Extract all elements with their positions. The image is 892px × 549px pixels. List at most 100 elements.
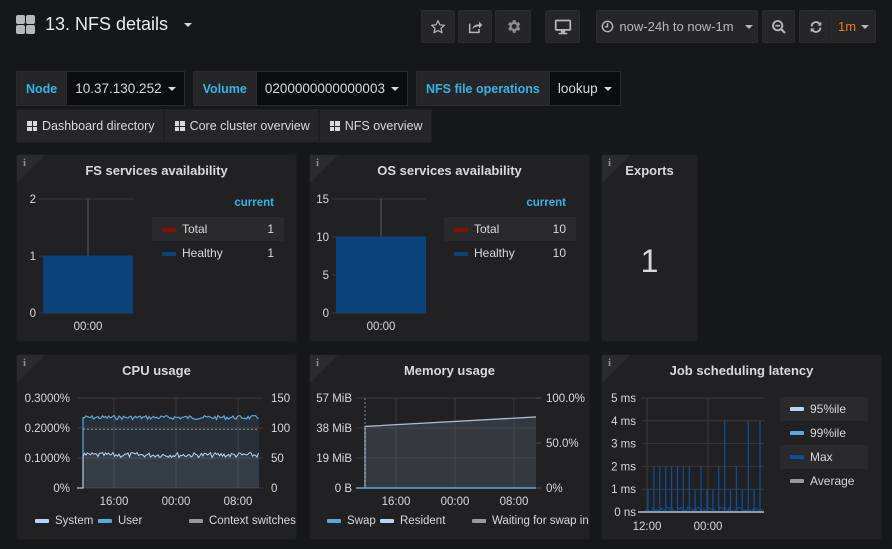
panel-cpu-usage: i CPU usage 0% 0.1000% 0.2000% 0.3000% 0 50 10… (16, 354, 297, 540)
legend-value: 10 (552, 246, 566, 260)
legend-item-healthy[interactable]: Healthy 1 (152, 241, 284, 265)
legend-item-average[interactable]: Average (780, 469, 868, 493)
bar-healthy (43, 256, 133, 313)
legend-label: Average (810, 474, 855, 488)
panel-fs-services: i FS services availability 0 1 2 00:00 curr… (16, 154, 297, 342)
legend-item-max[interactable]: Max (780, 445, 868, 469)
variable-value: 10.37.130.252 (75, 81, 162, 96)
legend-item-system[interactable]: System (35, 515, 93, 527)
y-tick-label: 2 (30, 194, 36, 206)
zoom-out-icon (771, 19, 786, 34)
legend-item-healthy[interactable]: Healthy 10 (444, 241, 576, 265)
y-tick-label: 57 MiB (316, 393, 352, 405)
variable-label: Node (16, 71, 67, 106)
star-button[interactable] (421, 10, 455, 43)
link-core-cluster-overview[interactable]: Core cluster overview (163, 109, 319, 143)
system-area (83, 455, 259, 488)
legend-item-swap[interactable]: Swap (327, 515, 376, 527)
variable-volume-select[interactable]: 0200000000000003 (255, 71, 408, 106)
y-tick-label: 0 ns (614, 507, 636, 519)
share-button[interactable] (458, 10, 492, 43)
legend-label: Waiting for swap in (492, 515, 589, 527)
legend-swatch (98, 519, 112, 523)
variable-nfs-ops-select[interactable]: lookup (548, 71, 621, 106)
tv-mode-button[interactable] (545, 10, 580, 43)
legend-swatch (790, 455, 804, 459)
legend-item-context-switches[interactable]: Context switches (189, 515, 296, 527)
legend-item-waiting-swap[interactable]: Waiting for swap in (472, 515, 589, 527)
legend-value: 1 (267, 222, 274, 236)
variable-nfs-ops: NFS file operations lookup (415, 71, 621, 106)
clock-icon (602, 20, 614, 33)
legend-label: Healthy (474, 246, 515, 260)
dashboard-title-picker[interactable]: 13. NFS details (16, 14, 193, 35)
resident-area (365, 416, 536, 488)
chevron-down-icon (861, 24, 870, 29)
legend-item-resident[interactable]: Resident (380, 515, 445, 527)
y2-tick-label: 100 (271, 423, 290, 435)
variable-node-select[interactable]: 10.37.130.252 (66, 71, 185, 106)
x-tick-label: 12:00 (633, 521, 662, 533)
template-variables: Node 10.37.130.252 Volume 02000000000000… (16, 71, 621, 106)
x-tick-label: 00:00 (694, 521, 723, 533)
x-tick-label: 16:00 (382, 496, 411, 508)
y2-tick-label: 50 (271, 453, 284, 465)
panel-memory-usage: i Memory usage 0 B 19 MiB 38 MiB 57 MiB 0% 50… (309, 354, 590, 540)
zoom-out-button[interactable] (762, 10, 795, 43)
y-tick-label: 0 (323, 308, 329, 320)
legend-label: Swap (347, 515, 376, 527)
y-tick-label: 15 (316, 194, 329, 206)
top-bar: 13. NFS details now-24h to now-1m 1m (0, 0, 892, 56)
legend-label: System (55, 515, 94, 527)
legend-swatch (162, 251, 176, 256)
refresh-button[interactable] (799, 10, 832, 43)
y-tick-label: 0.3000% (25, 393, 70, 405)
variable-value: lookup (557, 81, 598, 96)
legend-label: 95%ile (810, 402, 847, 416)
panel-title: Exports (625, 163, 674, 178)
link-label: Dashboard directory (42, 119, 155, 133)
time-range-picker[interactable]: now-24h to now-1m (596, 10, 758, 43)
exports-value: 1 (640, 243, 659, 279)
legend-item-99ile[interactable]: 99%ile (780, 421, 868, 445)
y2-tick-label: 100.0% (546, 393, 585, 405)
legend-swatch (327, 519, 341, 523)
variable-node: Node 10.37.130.252 (16, 71, 185, 106)
link-dashboard-directory[interactable]: Dashboard directory (16, 109, 164, 143)
cpu-line-chart: 0% 0.1000% 0.2000% 0.3000% 0 50 100 150 16:00 00:… (25, 393, 291, 508)
legend-item-total[interactable]: Total 1 (152, 217, 284, 241)
dashboard-links: Dashboard directory Core cluster overvie… (16, 109, 432, 143)
legend-swatch (790, 407, 804, 411)
legend-swatch (35, 519, 49, 523)
grid-icon (16, 15, 35, 34)
legend-item-total[interactable]: Total 10 (444, 217, 576, 241)
legend-item-95ile[interactable]: 95%ile (780, 397, 868, 421)
legend-label: Total (474, 222, 500, 236)
variable-value: 0200000000000003 (264, 81, 385, 96)
legend-item-user[interactable]: User (98, 515, 142, 527)
chevron-down-icon (744, 24, 753, 29)
y2-tick-label: 150 (271, 393, 290, 405)
x-tick-label: 00:00 (441, 496, 470, 508)
y-tick-label: 5 (323, 270, 329, 282)
legend-label: Total (182, 222, 208, 236)
monitor-icon (554, 19, 571, 34)
fs-bar-chart: 0 1 2 00:00 (30, 194, 133, 333)
y-tick-label: 38 MiB (316, 423, 352, 435)
settings-button[interactable] (495, 10, 531, 43)
os-bar-chart: 0 5 10 15 00:00 (316, 194, 426, 333)
legend-value: 10 (552, 222, 566, 236)
grid-icon (27, 121, 37, 131)
y-tick-label: 2 ms (611, 461, 636, 473)
refresh-interval-picker[interactable]: 1m (831, 10, 876, 43)
y2-tick-label: 0% (546, 483, 563, 495)
y-tick-label: 0 B (335, 483, 353, 495)
variable-volume: Volume 0200000000000003 (192, 71, 408, 106)
legend-label: 99%ile (810, 426, 847, 440)
legend-swatch (472, 519, 486, 523)
chevron-down-icon (167, 86, 176, 91)
y-tick-label: 1 (30, 251, 36, 263)
legend-swatch (454, 227, 468, 232)
time-range-label: now-24h to now-1m (619, 19, 734, 34)
link-nfs-overview[interactable]: NFS overview (318, 109, 432, 143)
